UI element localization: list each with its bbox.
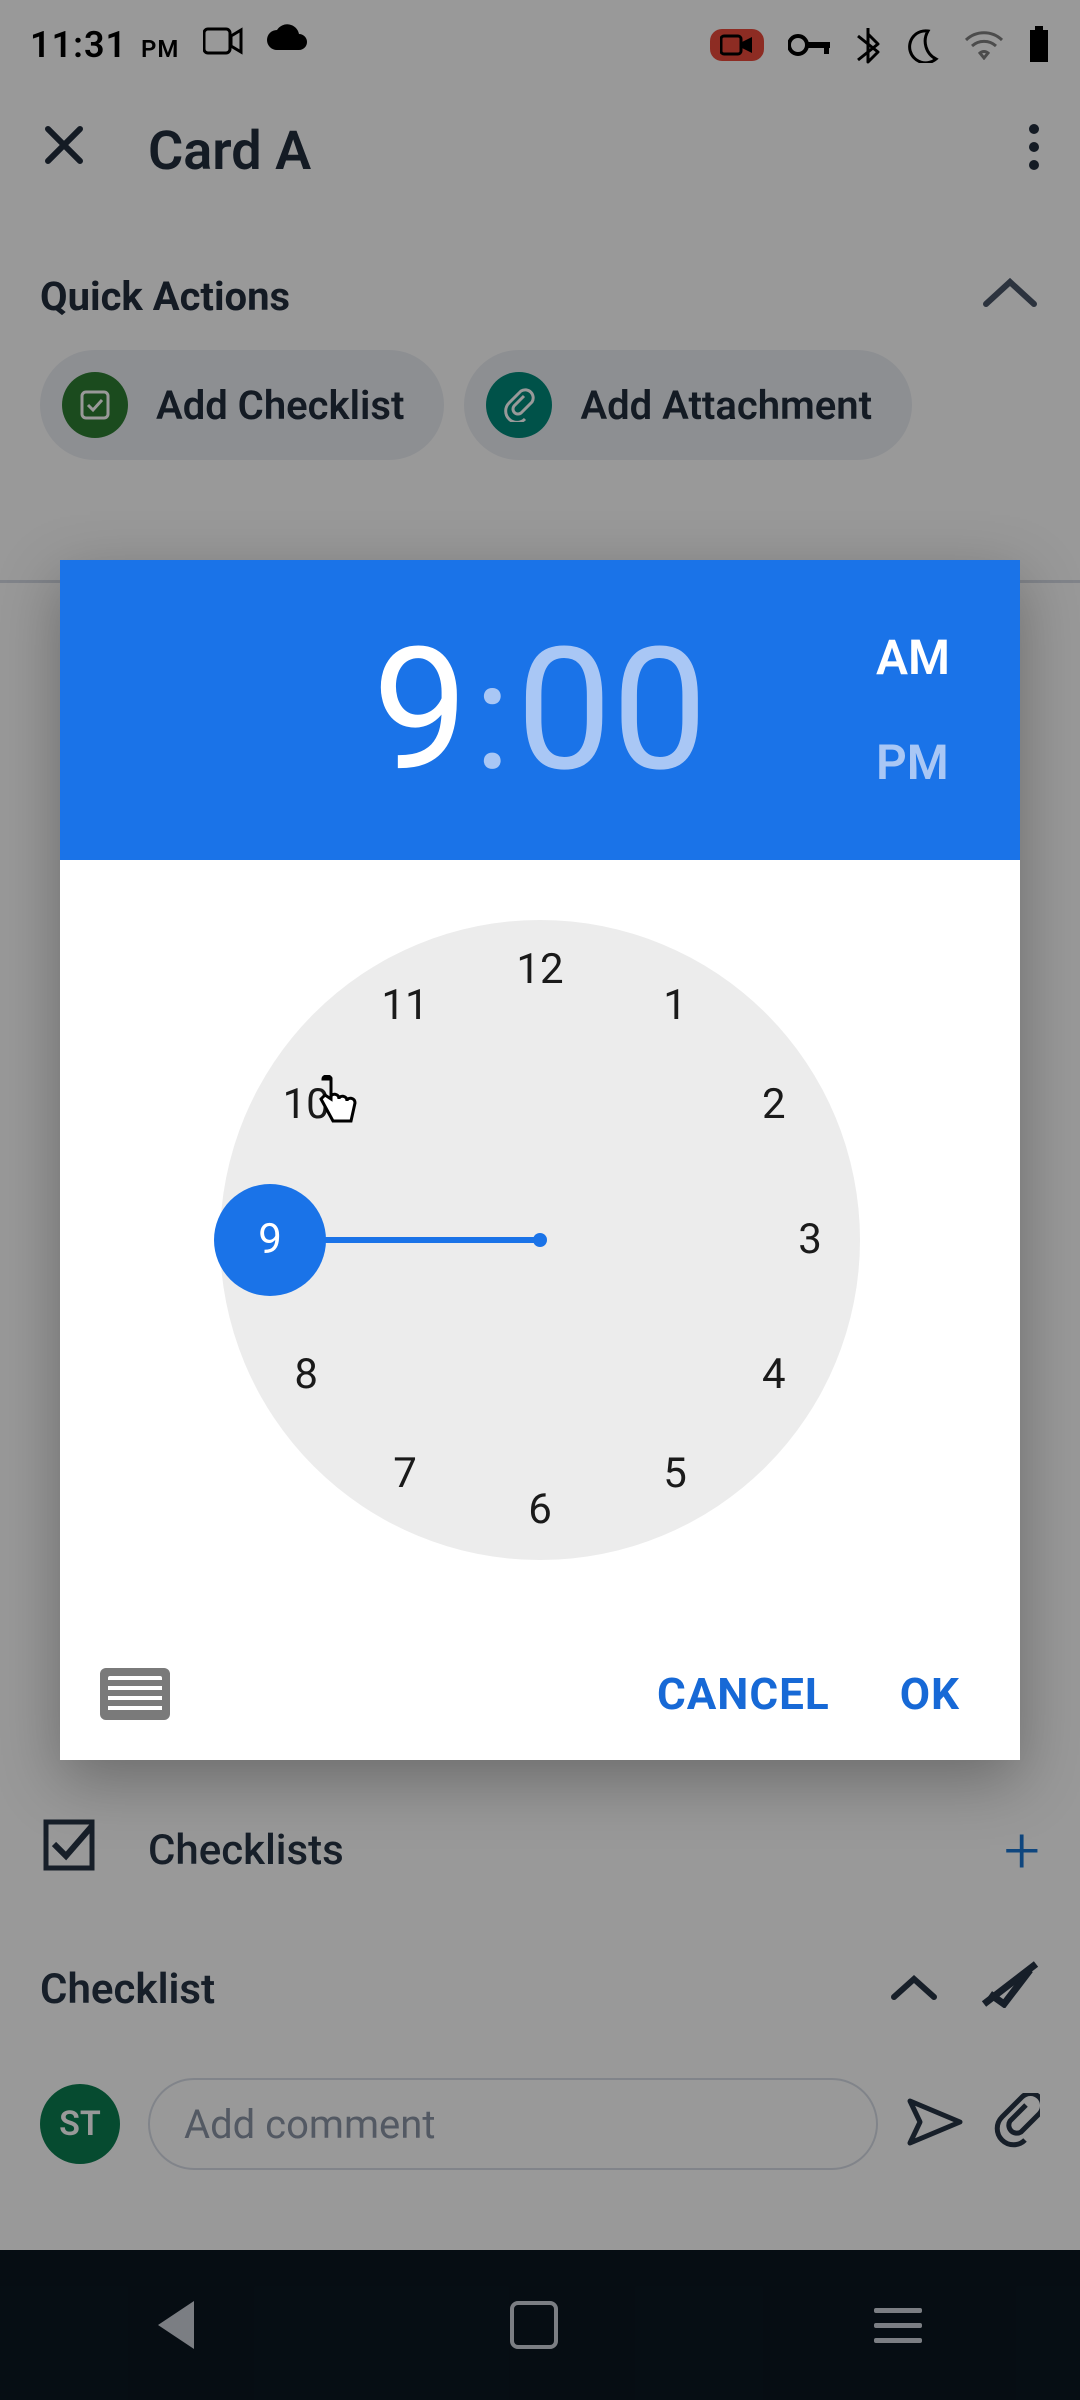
clock-hour-9[interactable]: 9: [214, 1184, 326, 1296]
time-colon: :: [474, 642, 510, 792]
time-hour[interactable]: 9: [373, 625, 469, 795]
am-button[interactable]: AM: [876, 629, 950, 686]
time-display: 9 : 00: [373, 625, 708, 795]
clock-hour-1[interactable]: 1: [640, 971, 710, 1041]
time-picker-header: 9 : 00 AM PM: [60, 560, 1020, 860]
clock-hour-7[interactable]: 7: [370, 1439, 440, 1509]
clock-hour-10[interactable]: 10: [271, 1070, 341, 1140]
clock-hour-5[interactable]: 5: [640, 1439, 710, 1509]
clock-area: 12 12 3 45678 9 10 11: [60, 860, 1020, 1648]
dialog-footer: CANCEL OK: [60, 1648, 1020, 1760]
clock-face[interactable]: 121234567891011: [220, 920, 860, 1560]
clock-hour-6[interactable]: 6: [505, 1475, 575, 1545]
ampm-toggle: AM PM: [876, 560, 950, 860]
time-picker-dialog: 9 : 00 AM PM 12 12 3 45678 9 10 11 CANCEL OK: [60, 560, 1020, 1760]
cancel-button[interactable]: CANCEL: [657, 1668, 830, 1720]
ok-button[interactable]: OK: [900, 1668, 960, 1720]
clock-hour-2[interactable]: 2: [739, 1070, 809, 1140]
clock-hour-11[interactable]: 11: [370, 971, 440, 1041]
time-minute[interactable]: 00: [516, 625, 707, 795]
keyboard-icon[interactable]: [100, 1668, 170, 1720]
clock-center: [533, 1233, 547, 1247]
clock-hour-12[interactable]: 12: [505, 935, 575, 1005]
clock-hour-4[interactable]: 4: [739, 1340, 809, 1410]
pm-button[interactable]: PM: [876, 734, 950, 791]
clock-hour-3[interactable]: 3: [775, 1205, 845, 1275]
clock-hour-8[interactable]: 8: [271, 1340, 341, 1410]
